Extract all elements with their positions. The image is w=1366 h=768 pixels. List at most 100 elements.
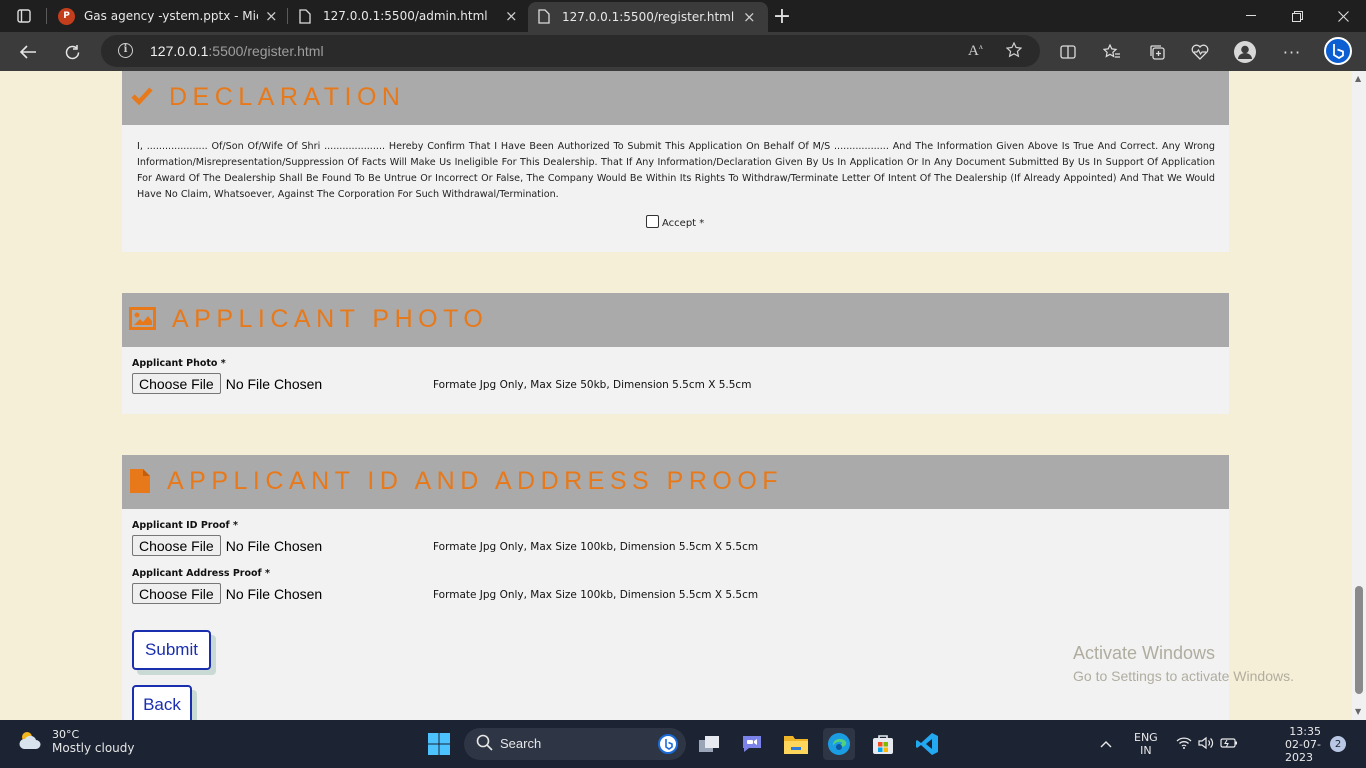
activation-watermark-title: Activate Windows <box>1073 643 1216 663</box>
new-tab-button[interactable]: + <box>760 0 804 32</box>
page-viewport: DECLARATION I, .................... Of/S… <box>0 71 1352 720</box>
clock[interactable]: 13:35 02-07-2023 <box>1285 720 1321 768</box>
applicant-proof-section: APPLICANT ID AND ADDRESS PROOF Applicant… <box>122 455 1229 720</box>
file-explorer-icon[interactable] <box>780 728 812 760</box>
close-icon[interactable]: × <box>265 8 278 24</box>
profile-avatar-icon[interactable] <box>1233 40 1257 64</box>
taskbar: 30°C Mostly cloudy Search ENG IN 13:35 0… <box>0 720 1366 768</box>
tab-title: Gas agency -ystem.pptx - Micros <box>84 9 258 23</box>
document-icon <box>129 468 151 498</box>
powerpoint-icon: P <box>58 7 75 25</box>
tab-separator <box>46 8 47 24</box>
scrollbar-thumb[interactable] <box>1355 586 1363 694</box>
collections-icon[interactable] <box>1145 40 1169 64</box>
image-icon <box>129 307 156 334</box>
clock-time: 13:35 <box>1289 724 1321 738</box>
choose-file-button[interactable]: Choose File <box>132 535 221 556</box>
tab-powerpoint[interactable]: P Gas agency -ystem.pptx - Micros × <box>52 0 284 32</box>
section-title: APPLICANT ID AND ADDRESS PROOF <box>167 467 784 495</box>
tab-strip: P Gas agency -ystem.pptx - Micros × 127.… <box>0 0 1366 32</box>
region-code: IN <box>1140 744 1152 757</box>
teams-chat-icon[interactable] <box>736 728 768 760</box>
id-proof-hint: Formate Jpg Only, Max Size 100kb, Dimens… <box>433 541 759 553</box>
scroll-up-arrow-icon[interactable]: ▲ <box>1355 74 1361 83</box>
address-proof-file-input[interactable]: Choose File No File Chosen <box>132 583 322 604</box>
page-icon <box>299 9 311 27</box>
scroll-down-arrow-icon[interactable]: ▼ <box>1355 707 1361 716</box>
notification-center[interactable]: 2 <box>1330 720 1346 768</box>
close-icon[interactable]: × <box>743 9 756 25</box>
choose-file-button[interactable]: Choose File <box>132 583 221 604</box>
weather-condition: Mostly cloudy <box>52 741 135 755</box>
check-icon <box>131 87 153 109</box>
favorite-star-icon[interactable] <box>1005 41 1023 62</box>
favorites-icon[interactable] <box>1100 40 1124 64</box>
section-title: APPLICANT PHOTO <box>172 305 489 333</box>
address-proof-hint: Formate Jpg Only, Max Size 100kb, Dimens… <box>433 589 759 601</box>
site-info-icon[interactable]: i <box>118 43 133 58</box>
more-menu-icon[interactable]: ··· <box>1280 40 1304 64</box>
show-hidden-icons-chevron-icon[interactable] <box>1100 720 1112 768</box>
close-icon[interactable]: × <box>505 8 518 24</box>
page-icon <box>538 9 550 27</box>
file-status: No File Chosen <box>225 537 323 554</box>
weather-widget[interactable]: 30°C Mostly cloudy <box>16 728 135 755</box>
tab-title: 127.0.0.1:5500/register.html <box>562 10 735 24</box>
refresh-icon[interactable] <box>58 38 86 66</box>
start-windows-icon[interactable] <box>423 728 455 760</box>
clock-date: 02-07-2023 <box>1285 737 1321 764</box>
declaration-section: DECLARATION I, .................... Of/S… <box>122 71 1229 252</box>
minimize-button[interactable] <box>1228 0 1274 32</box>
vscode-icon[interactable] <box>911 728 943 760</box>
back-arrow-icon[interactable] <box>14 38 42 66</box>
photo-hint: Formate Jpg Only, Max Size 50kb, Dimensi… <box>433 379 752 391</box>
close-window-button[interactable] <box>1320 0 1366 32</box>
task-view-icon[interactable] <box>693 728 725 760</box>
back-button[interactable]: Back <box>132 685 192 720</box>
photo-header: APPLICANT PHOTO <box>122 293 1229 347</box>
tab-separator <box>287 8 288 24</box>
accept-field[interactable]: Accept * <box>646 215 705 229</box>
page-scrollbar[interactable]: ▲ ▼ <box>1352 71 1366 720</box>
bing-chat-icon[interactable] <box>1324 37 1352 65</box>
section-title: DECLARATION <box>169 83 406 111</box>
weather-temperature: 30°C <box>52 728 80 741</box>
edge-browser-icon[interactable] <box>823 728 855 760</box>
search-icon <box>476 734 493 755</box>
taskbar-search[interactable]: Search <box>464 728 686 760</box>
language-indicator[interactable]: ENG IN <box>1134 720 1158 768</box>
search-placeholder: Search <box>500 736 542 751</box>
accept-label: Accept * <box>662 218 705 229</box>
network-volume-battery[interactable] <box>1176 720 1238 768</box>
file-status: No File Chosen <box>225 585 323 602</box>
volume-icon <box>1198 736 1214 753</box>
microsoft-store-icon[interactable] <box>867 728 899 760</box>
tab-actions-icon[interactable] <box>12 4 36 28</box>
photo-file-input[interactable]: Choose File No File Chosen <box>132 373 322 394</box>
toolbar: i 127.0.0.1:5500/register.html Aʌ ··· <box>0 32 1366 71</box>
wifi-icon <box>1176 736 1192 752</box>
address-proof-label: Applicant Address Proof * <box>132 568 270 579</box>
tab-title: 127.0.0.1:5500/admin.html <box>323 9 488 23</box>
split-screen-icon[interactable] <box>1056 40 1080 64</box>
read-aloud-icon[interactable]: Aʌ <box>968 42 983 60</box>
browser-essentials-icon[interactable] <box>1188 40 1212 64</box>
choose-file-button[interactable]: Choose File <box>132 373 221 394</box>
declaration-header: DECLARATION <box>122 71 1229 125</box>
partly-cloudy-icon <box>16 729 44 755</box>
photo-label: Applicant Photo * <box>132 358 226 369</box>
url-text[interactable]: 127.0.0.1:5500/register.html <box>150 43 324 59</box>
proof-header: APPLICANT ID AND ADDRESS PROOF <box>122 455 1229 509</box>
accept-checkbox[interactable] <box>646 215 659 228</box>
url-host: 127.0.0.1 <box>150 43 209 59</box>
id-proof-file-input[interactable]: Choose File No File Chosen <box>132 535 322 556</box>
tab-register[interactable]: 127.0.0.1:5500/register.html × <box>528 2 768 32</box>
file-status: No File Chosen <box>225 375 323 392</box>
declaration-text: I, .................... Of/Son Of/Wife O… <box>137 141 1215 200</box>
applicant-photo-section: APPLICANT PHOTO Applicant Photo * Choose… <box>122 293 1229 414</box>
restore-button[interactable] <box>1274 0 1320 32</box>
notification-badge: 2 <box>1330 736 1346 752</box>
submit-button[interactable]: Submit <box>132 630 211 670</box>
address-bar[interactable]: i 127.0.0.1:5500/register.html Aʌ <box>101 35 1040 67</box>
tab-admin[interactable]: 127.0.0.1:5500/admin.html × <box>290 0 525 32</box>
